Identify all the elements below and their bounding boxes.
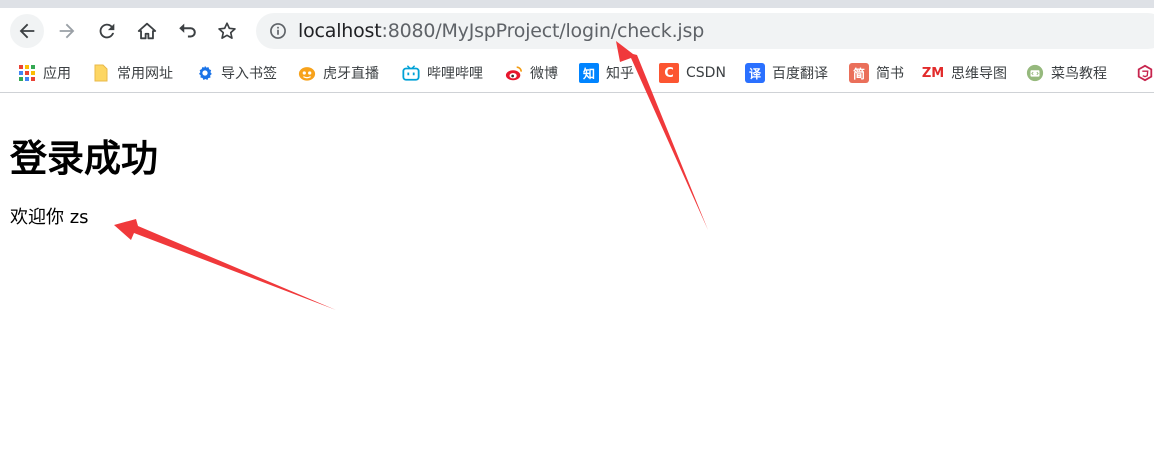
url-host: localhost	[298, 20, 382, 42]
apps-grid-icon	[18, 64, 36, 82]
bookmark-label: 常用网址	[117, 66, 173, 82]
bookmark-label: 哔哩哔哩	[427, 66, 483, 82]
bookmark-apps[interactable]: 应用	[18, 62, 71, 84]
gear-icon	[196, 64, 214, 82]
weibo-icon	[505, 64, 523, 82]
bookmark-jianshu[interactable]: 简 简书	[849, 62, 904, 84]
bookmark-label: 简书	[876, 66, 904, 82]
reload-button[interactable]	[90, 14, 124, 48]
bookmark-baidu-translate[interactable]: 译 百度翻译	[745, 62, 828, 84]
bookmark-huya[interactable]: 虎牙直播	[298, 62, 379, 84]
bookmark-mindmap[interactable]: ZM 思维导图	[922, 62, 1007, 84]
csdn-icon: C	[659, 63, 679, 83]
back-button[interactable]	[10, 14, 44, 48]
bookmark-label: 知乎	[606, 66, 634, 82]
bookmark-label: 百度翻译	[772, 66, 828, 82]
jianshu-icon: 简	[849, 63, 869, 83]
bookmark-label: 导入书签	[221, 66, 277, 82]
bilibili-icon	[402, 64, 420, 82]
home-icon	[137, 22, 157, 40]
home-button[interactable]	[130, 14, 164, 48]
url-text[interactable]: localhost:8080/MyJspProject/login/check.…	[298, 20, 704, 42]
runoob-icon	[1026, 64, 1044, 82]
bookmark-label: 微博	[530, 66, 558, 82]
bookmark-label: 菜鸟教程	[1051, 66, 1107, 82]
welcome-message: 欢迎你 zs	[10, 207, 89, 228]
zhihu-icon: 知	[579, 63, 599, 83]
url-path: :8080/MyJspProject/login/check.jsp	[381, 20, 705, 42]
bookmark-label: 虎牙直播	[323, 66, 379, 82]
bookmark-csdn[interactable]: C CSDN	[659, 62, 726, 84]
forward-arrow-icon	[59, 23, 75, 39]
bookmark-bilibili[interactable]: 哔哩哔哩	[402, 62, 483, 84]
undo-icon	[179, 23, 196, 38]
baidu-translate-icon: 译	[745, 63, 765, 83]
bookmark-label: 思维导图	[951, 66, 1007, 82]
bookmark-label: 应用	[43, 66, 71, 82]
bookmark-runoob[interactable]: 菜鸟教程	[1026, 62, 1107, 84]
address-bar[interactable]: localhost:8080/MyJspProject/login/check.…	[256, 13, 1154, 49]
tab-strip	[0, 0, 1154, 8]
bookmark-zhihu[interactable]: 知 知乎	[579, 62, 634, 84]
mindmap-icon: ZM	[921, 65, 945, 81]
bookmarks-bar: 应用 常用网址 导入书签 虎牙直播 哔哩哔哩 微博 知 知乎 C CSDN 译 …	[0, 54, 1154, 93]
bookmark-label: CSDN	[686, 65, 726, 81]
folder-icon	[92, 64, 110, 82]
forward-button[interactable]	[50, 14, 84, 48]
bookmark-overflow[interactable]	[1136, 62, 1154, 84]
browser-toolbar: localhost:8080/MyJspProject/login/check.…	[0, 8, 1154, 54]
html5-icon	[1136, 64, 1154, 82]
huya-icon	[298, 64, 316, 82]
star-icon	[218, 22, 236, 39]
page-content: 登录成功 欢迎你 zs	[0, 93, 1154, 474]
back-arrow-icon	[19, 23, 35, 39]
bookmark-import[interactable]: 导入书签	[196, 62, 277, 84]
bookmark-star-button[interactable]	[210, 14, 244, 48]
undo-button[interactable]	[170, 14, 204, 48]
page-heading: 登录成功	[10, 137, 158, 180]
reload-icon	[99, 23, 115, 39]
bookmark-weibo[interactable]: 微博	[505, 62, 558, 84]
bookmark-folder[interactable]: 常用网址	[92, 62, 173, 84]
info-icon[interactable]	[268, 21, 288, 41]
